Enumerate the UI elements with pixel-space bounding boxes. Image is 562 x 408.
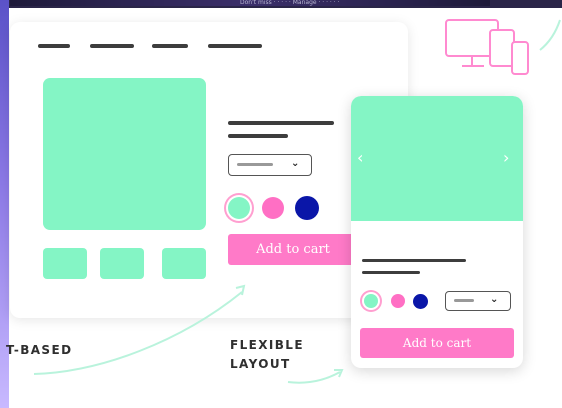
swirl-decoration-bottom <box>287 369 344 384</box>
variant-select[interactable]: ⌄ <box>228 154 312 176</box>
top-banner-strip: Don't miss · · · · · Manage · · · · · · <box>0 0 562 8</box>
mobile-product-card: ‹ › ⌄ Add to cart <box>351 96 523 368</box>
desktop-product-card: ⌄ Add to cart <box>10 22 408 318</box>
product-title-line <box>228 121 334 125</box>
swatch-navy[interactable] <box>295 196 319 220</box>
product-thumbnail-2[interactable] <box>100 248 144 279</box>
chevron-down-icon: ⌄ <box>490 294 499 305</box>
product-hero-image <box>43 78 206 230</box>
chevron-down-icon: ⌄ <box>291 158 300 169</box>
mobile-swatch-mint[interactable] <box>364 294 378 308</box>
carousel-next-arrow[interactable]: › <box>503 150 509 166</box>
mobile-variant-select[interactable]: ⌄ <box>445 291 511 311</box>
mobile-hero-image: ‹ › <box>351 96 523 221</box>
carousel-prev-arrow[interactable]: ‹ <box>357 150 363 166</box>
mobile-subtitle-line <box>362 271 420 274</box>
add-to-cart-button[interactable]: Add to cart <box>228 234 358 265</box>
product-thumbnail-1[interactable] <box>43 248 87 279</box>
caption-left: T-BASED <box>6 343 73 357</box>
swirl-decoration-top <box>539 19 561 51</box>
mobile-swatch-pink[interactable] <box>391 294 405 308</box>
product-subtitle-line <box>228 134 288 138</box>
swirl-decoration-left <box>33 284 246 375</box>
swatch-mint[interactable] <box>228 197 250 219</box>
mobile-add-to-cart-button[interactable]: Add to cart <box>360 328 514 358</box>
nav-item-1 <box>38 44 70 48</box>
caption-flexible: FLEXIBLE <box>230 338 304 352</box>
mobile-select-value-placeholder <box>454 299 474 302</box>
nav-item-3 <box>152 44 188 48</box>
select-value-placeholder <box>237 163 273 166</box>
mobile-title-line <box>362 259 466 262</box>
devices-icon <box>445 19 529 75</box>
mobile-swatch-navy[interactable] <box>413 294 428 309</box>
nav-item-2 <box>90 44 134 48</box>
product-thumbnail-3[interactable] <box>162 248 206 279</box>
banner-faint-text: Don't miss · · · · · Manage · · · · · · <box>240 0 340 6</box>
nav-item-4 <box>208 44 262 48</box>
caption-layout: LAYOUT <box>230 357 291 371</box>
swatch-pink[interactable] <box>262 197 284 219</box>
